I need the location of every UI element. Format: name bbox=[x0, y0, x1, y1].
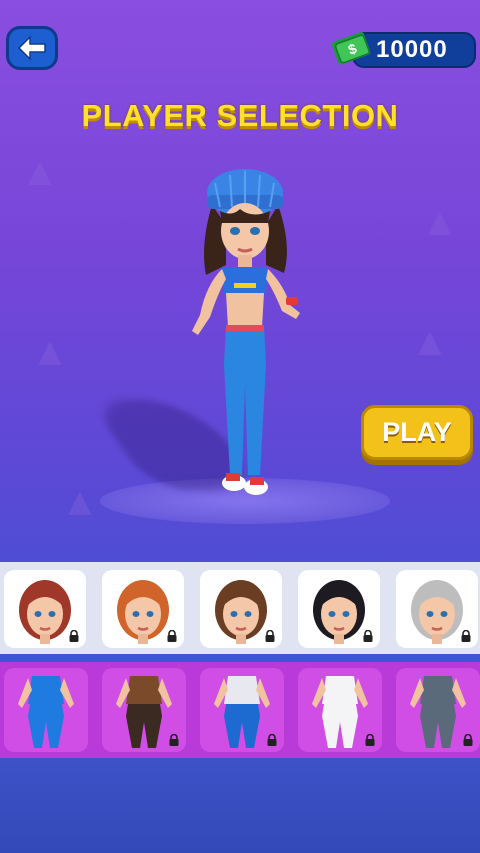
bg-dress-silhouette: ▲ bbox=[30, 330, 70, 374]
bg-dress-silhouette: ▲ bbox=[420, 200, 460, 244]
lock-icon bbox=[267, 734, 277, 746]
play-button[interactable]: PLAY bbox=[361, 405, 473, 460]
outfit-option-gray-bodysuit-outfit[interactable] bbox=[396, 668, 480, 752]
cash-icon: $ bbox=[331, 32, 371, 65]
lock-icon bbox=[69, 630, 79, 642]
outfit-option-striped-overalls-outfit[interactable] bbox=[200, 668, 284, 752]
currency-amount: 10000 bbox=[376, 36, 448, 63]
head-option-ginger-bun-head[interactable] bbox=[102, 570, 184, 648]
lock-icon bbox=[463, 734, 473, 746]
head-option-black-bob-head[interactable] bbox=[298, 570, 380, 648]
bg-dress-silhouette: ▲ bbox=[20, 150, 60, 194]
blue-crop-outfit-icon bbox=[18, 676, 74, 748]
outfit-option-blue-crop-outfit[interactable] bbox=[4, 668, 88, 752]
head-option-brown-bun-head[interactable] bbox=[200, 570, 282, 648]
bottom-area bbox=[0, 758, 480, 853]
outfit-option-brown-jacket-outfit[interactable] bbox=[102, 668, 186, 752]
bg-dress-silhouette: ▲ bbox=[60, 480, 100, 524]
lock-icon bbox=[265, 630, 275, 642]
lock-icon bbox=[461, 630, 471, 642]
back-button[interactable] bbox=[6, 26, 58, 70]
player-character bbox=[192, 169, 300, 495]
head-option-red-hair-head[interactable] bbox=[4, 570, 86, 648]
lock-icon bbox=[365, 734, 375, 746]
lock-icon bbox=[167, 630, 177, 642]
head-option-beanie-gray-head[interactable] bbox=[396, 570, 478, 648]
outfit-option-white-suit-outfit[interactable] bbox=[298, 668, 382, 752]
arrow-left-icon bbox=[17, 35, 46, 61]
outfit-selector bbox=[0, 662, 480, 758]
strip-divider bbox=[0, 654, 480, 662]
head-selector bbox=[0, 562, 480, 654]
lock-icon bbox=[363, 630, 373, 642]
currency-display: $ 10000 bbox=[330, 30, 476, 70]
page-title: PLAYER SELECTION bbox=[81, 98, 399, 133]
bg-dress-silhouette: ▲ bbox=[410, 320, 450, 364]
lock-icon bbox=[169, 734, 179, 746]
